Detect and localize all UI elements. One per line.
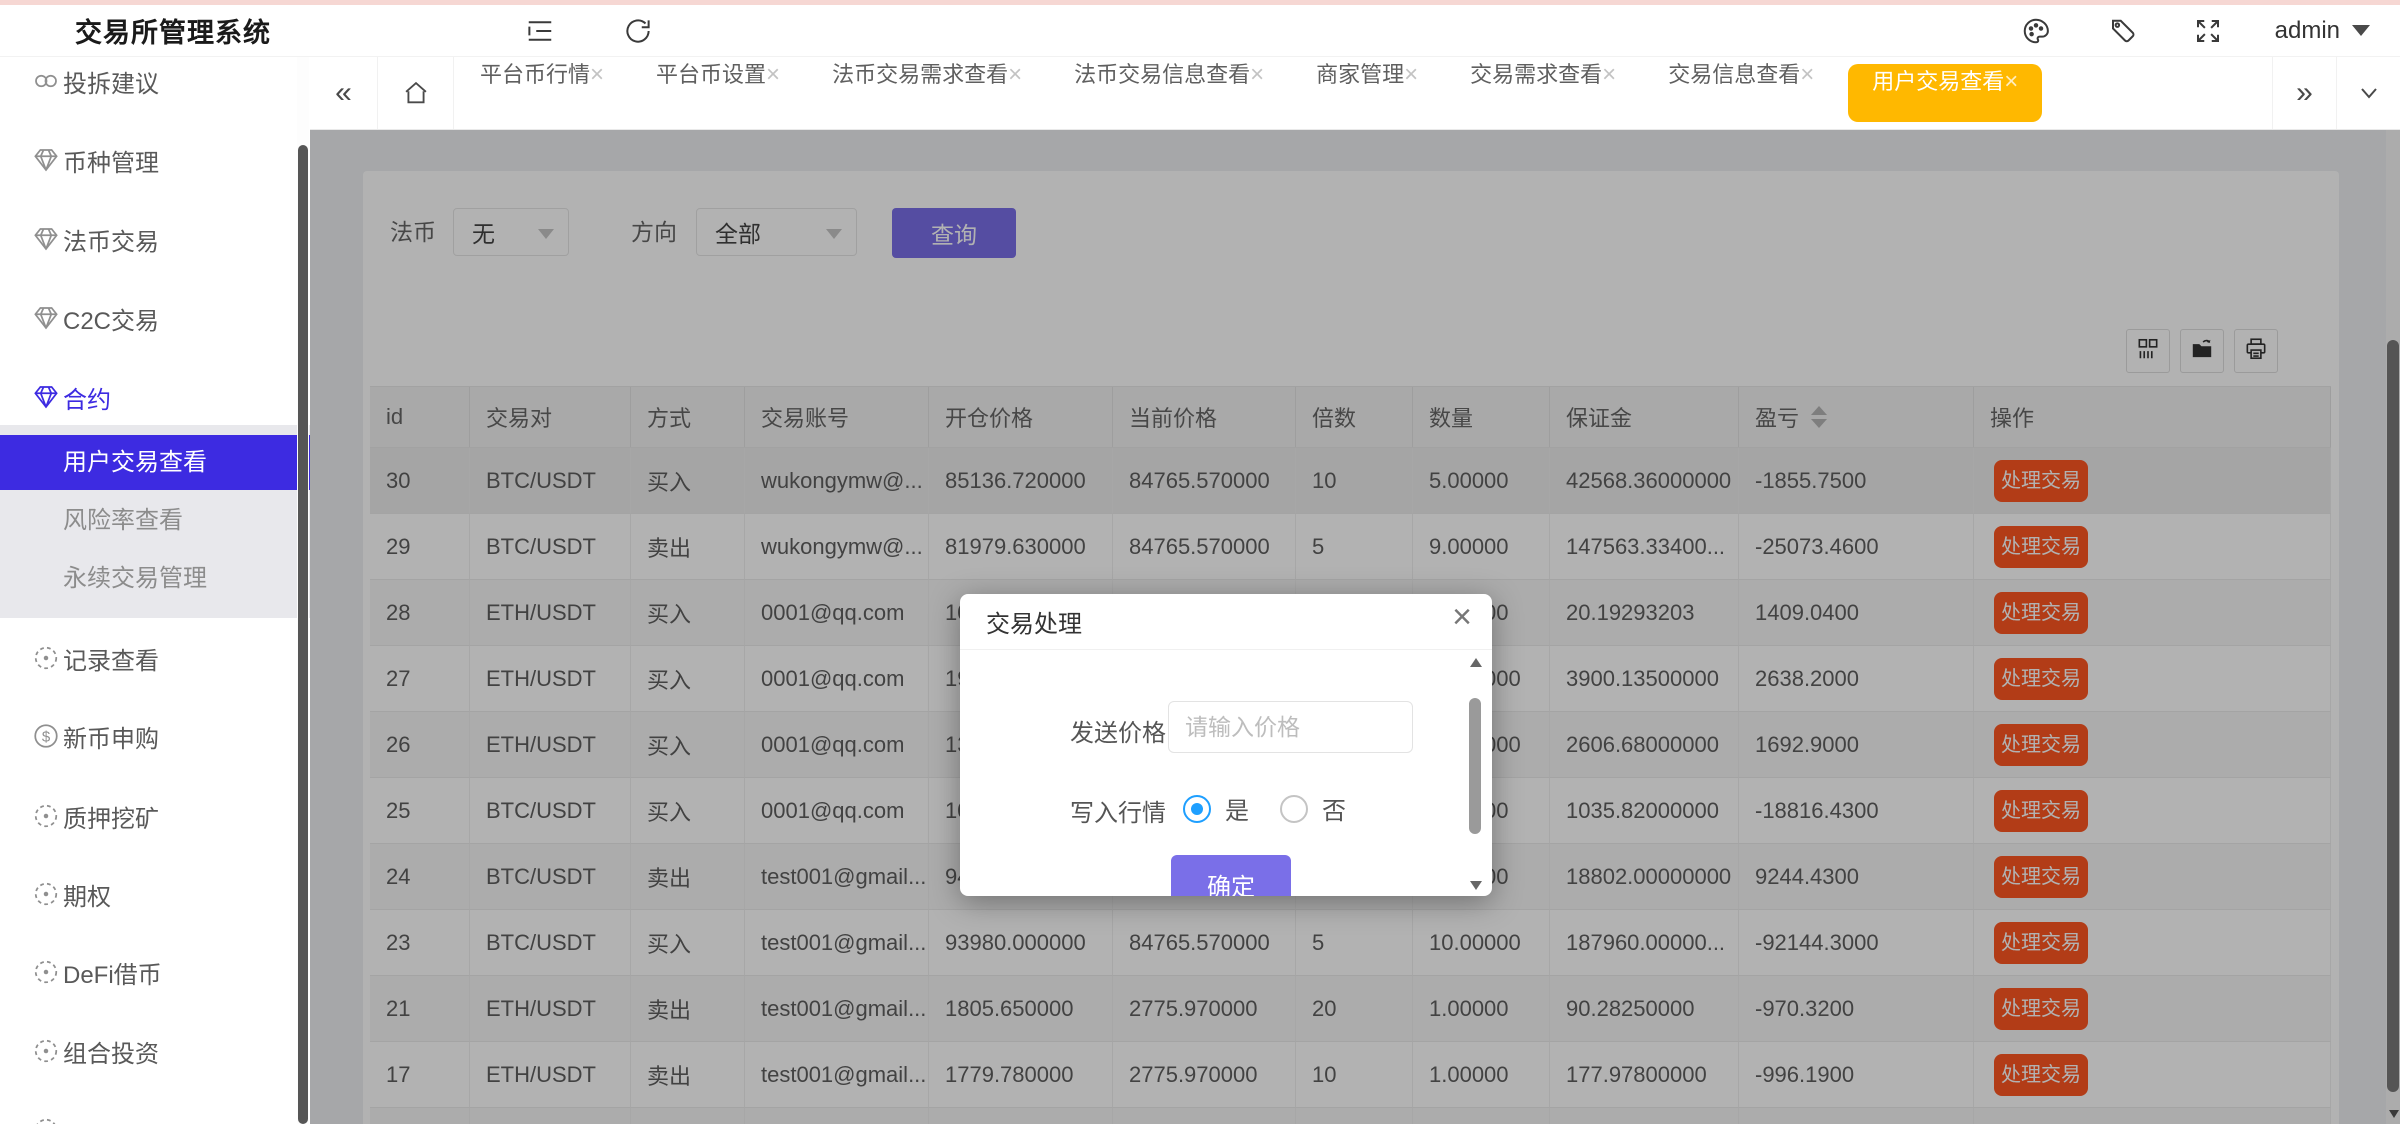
sidebar-item-质押挖矿[interactable]: 质押挖矿 [0,776,310,856]
tabs-scroll-right-icon[interactable]: » [2272,57,2336,129]
sidebar-scrollbar[interactable] [297,57,309,1124]
caret-down-icon [2352,25,2370,36]
tab-平台币设置[interactable]: 平台币设置× [630,57,806,129]
circle-dot-icon [30,956,62,988]
sidebar-item-期权[interactable]: 期权 [0,854,310,934]
circle-dot-icon [30,1114,62,1124]
modal-title: 交易处理 [986,604,1082,639]
user-menu[interactable]: admin [2275,17,2370,45]
gem-icon [30,144,62,176]
radio-yes-label: 是 [1225,791,1249,826]
tabs-scroll-left-icon[interactable]: « [310,57,378,129]
tab-close-icon[interactable]: × [590,61,604,88]
sidebar: 投拆建议币种管理法币交易C2C交易合约用户交易查看风险率查看永续交易管理记录查看… [0,57,310,1124]
tag-icon[interactable] [2103,12,2141,50]
sidebar-item-新币申购[interactable]: $新币申购 [0,696,310,776]
user-name: admin [2275,17,2340,45]
dollar-circle-icon: $ [30,720,62,752]
sidebar-item-法币交易[interactable]: 法币交易 [0,199,310,279]
modal-header: 交易处理 × [960,594,1492,650]
svg-text:$: $ [42,729,51,746]
tab-close-icon[interactable]: × [1602,61,1616,88]
tab-法币交易需求查看[interactable]: 法币交易需求查看× [806,57,1048,129]
gem-icon [30,302,62,334]
sidebar-item-记录查看[interactable]: 记录查看 [0,618,310,698]
send-price-label: 发送价格 [1070,713,1166,748]
tab-close-icon[interactable]: × [2004,68,2018,95]
radio-no-label: 否 [1322,791,1346,826]
tab-交易需求查看[interactable]: 交易需求查看× [1444,57,1642,129]
tab-close-icon[interactable]: × [1250,61,1264,88]
send-price-input[interactable] [1168,701,1413,753]
sidebar-item-投拆建议[interactable]: 投拆建议 [0,57,310,121]
scrollbar-down-arrow-icon[interactable] [1470,881,1482,890]
palette-icon[interactable] [2017,12,2055,50]
sidebar-item-partial[interactable] [0,1090,310,1124]
radio-unselected-icon [1280,795,1308,823]
radio-yes[interactable]: 是 [1183,791,1249,826]
tab-close-icon[interactable]: × [1008,61,1022,88]
sidebar-subitem-永续交易管理[interactable]: 永续交易管理 [0,551,310,606]
collapse-menu-icon[interactable] [521,12,559,50]
modal-scrollbar-thumb[interactable] [1469,698,1481,834]
circle-dot-icon [30,800,62,832]
tab-用户交易查看[interactable]: 用户交易查看× [1848,64,2042,122]
refresh-icon[interactable] [619,12,657,50]
contract-submenu: 用户交易查看风险率查看永续交易管理 [0,425,310,618]
trade-process-modal: 交易处理 × 发送价格 写入行情 是 否 确定 [960,594,1492,896]
tab-bar: « 平台币行情×平台币设置×法币交易需求查看×法币交易信息查看×商家管理×交易需… [310,57,2400,130]
sidebar-subitem-风险率查看[interactable]: 风险率查看 [0,493,310,548]
close-icon[interactable]: × [1452,600,1472,634]
content-pane: 法币 无 方向 全部 查询 id交易对方式交易账号开仓价格当前价格倍数数量保证金… [310,130,2400,1124]
tab-平台币行情[interactable]: 平台币行情× [454,57,630,129]
app-title: 交易所管理系统 [75,11,271,50]
top-bar: 交易所管理系统 admin [0,5,2400,57]
sidebar-item-C2C交易[interactable]: C2C交易 [0,278,310,358]
write-quote-label: 写入行情 [1070,793,1166,828]
tab-close-icon[interactable]: × [766,61,780,88]
circle-dot-icon [30,1035,62,1067]
sidebar-item-DeFi借币[interactable]: DeFi借币 [0,932,310,1012]
gem-icon [30,223,62,255]
fullscreen-icon[interactable] [2189,12,2227,50]
sidebar-item-币种管理[interactable]: 币种管理 [0,120,310,200]
link-icon [30,65,62,97]
tab-商家管理[interactable]: 商家管理× [1290,57,1444,129]
modal-scrollbar[interactable] [1468,658,1482,890]
radio-selected-icon [1183,795,1211,823]
scrollbar-up-arrow-icon[interactable] [1470,658,1482,667]
tab-close-icon[interactable]: × [1404,61,1418,88]
sidebar-scrollbar-thumb[interactable] [298,145,308,1124]
tabs-menu-icon[interactable] [2336,57,2400,129]
circle-dot-icon [30,878,62,910]
confirm-button[interactable]: 确定 [1171,855,1291,896]
radio-no[interactable]: 否 [1280,791,1346,826]
tab-交易信息查看[interactable]: 交易信息查看× [1642,57,1840,129]
sidebar-item-组合投资[interactable]: 组合投资 [0,1011,310,1091]
home-tab-icon[interactable] [378,57,454,129]
tab-close-icon[interactable]: × [1800,61,1814,88]
circle-dot-icon [30,642,62,674]
tab-法币交易信息查看[interactable]: 法币交易信息查看× [1048,57,1290,129]
sidebar-subitem-用户交易查看[interactable]: 用户交易查看 [0,435,310,490]
gem-icon [30,381,62,413]
